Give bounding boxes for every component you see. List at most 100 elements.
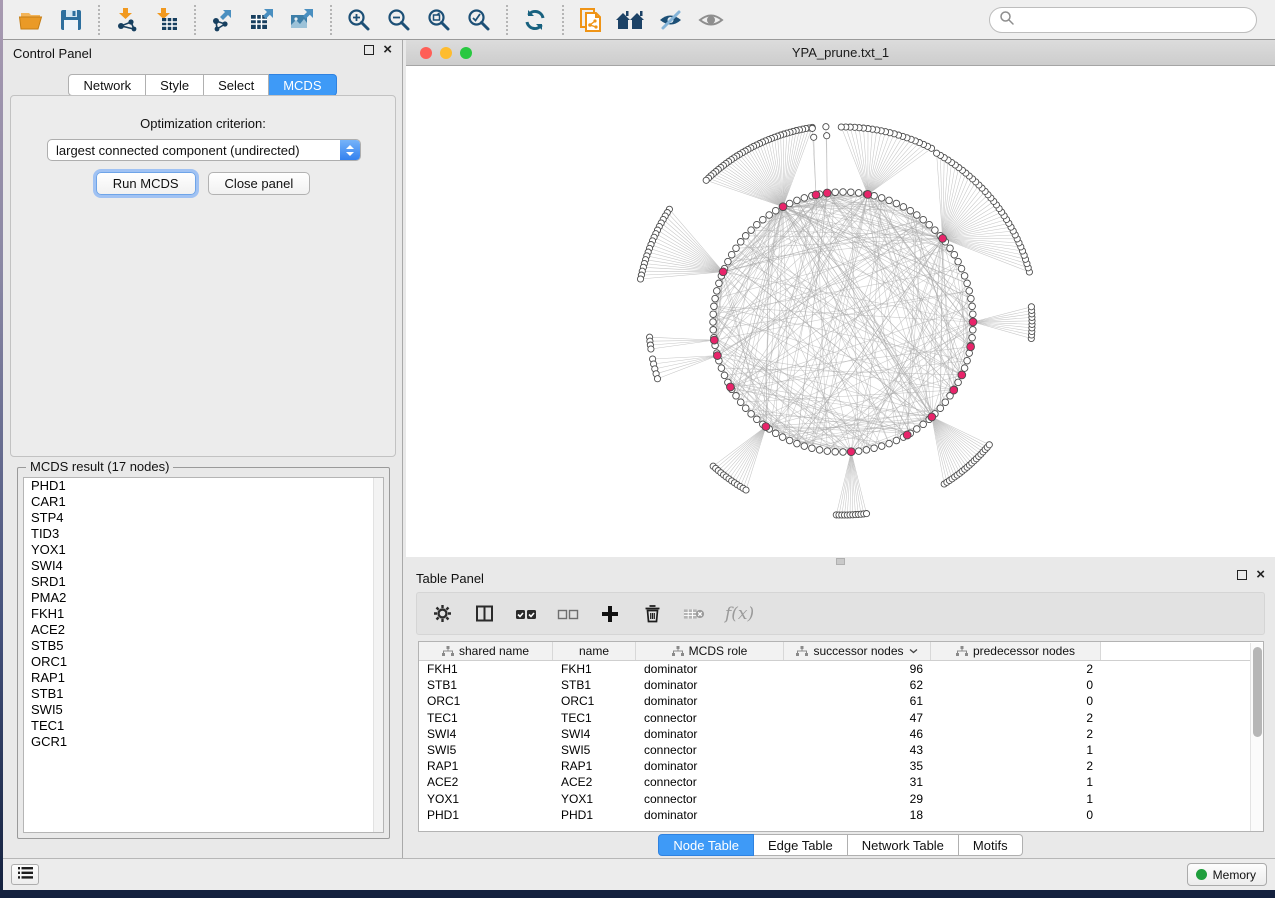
zoom-out-icon[interactable]: [382, 4, 416, 36]
graph-node[interactable]: [794, 197, 801, 204]
table-row[interactable]: STB1STB1dominator620: [419, 677, 1263, 693]
table-row[interactable]: ACE2ACE2connector311: [419, 774, 1263, 790]
graph-leaf-node[interactable]: [838, 124, 844, 130]
graph-node[interactable]: [794, 440, 801, 447]
mcds-result-item[interactable]: STB5: [24, 638, 383, 654]
graph-node[interactable]: [942, 399, 949, 406]
graph-dominator-node[interactable]: [727, 383, 735, 391]
zoom-in-icon[interactable]: [342, 4, 376, 36]
graph-node[interactable]: [966, 288, 973, 295]
graph-node[interactable]: [914, 426, 921, 433]
table-row[interactable]: SWI5SWI5connector431: [419, 742, 1263, 758]
graph-leaf-node[interactable]: [824, 133, 830, 139]
run-mcds-button[interactable]: Run MCDS: [96, 172, 196, 195]
graph-dominator-node[interactable]: [928, 413, 936, 421]
graph-node[interactable]: [926, 221, 933, 228]
mcds-result-item[interactable]: SWI4: [24, 558, 383, 574]
graph-node[interactable]: [855, 448, 862, 455]
graph-node[interactable]: [742, 233, 749, 240]
close-panel-icon[interactable]: ×: [1256, 570, 1265, 580]
tab-mcds[interactable]: MCDS: [269, 74, 336, 96]
refresh-icon[interactable]: [518, 4, 552, 36]
graph-node[interactable]: [947, 245, 954, 252]
graph-node[interactable]: [733, 245, 740, 252]
table-tab-edge-table[interactable]: Edge Table: [754, 834, 848, 856]
graph-node[interactable]: [737, 239, 744, 246]
mcds-result-item[interactable]: SWI5: [24, 702, 383, 718]
clone-network-icon[interactable]: [574, 4, 608, 36]
mcds-result-item[interactable]: CAR1: [24, 494, 383, 510]
table-row[interactable]: FKH1FKH1dominator962: [419, 661, 1263, 677]
mcds-result-item[interactable]: FKH1: [24, 606, 383, 622]
import-table-icon[interactable]: [150, 4, 184, 36]
export-network-icon[interactable]: [206, 4, 240, 36]
mcds-result-item[interactable]: SRD1: [24, 574, 383, 590]
table-scrollbar-thumb[interactable]: [1253, 647, 1262, 737]
table-tab-network-table[interactable]: Network Table: [848, 834, 959, 856]
graph-node[interactable]: [951, 251, 958, 258]
float-panel-icon[interactable]: [1237, 570, 1247, 580]
graph-node[interactable]: [716, 280, 723, 287]
mcds-result-item[interactable]: STP4: [24, 510, 383, 526]
graph-node[interactable]: [754, 221, 761, 228]
horizontal-splitter[interactable]: [406, 557, 1275, 565]
graph-node[interactable]: [710, 319, 717, 326]
mcds-result-item[interactable]: TEC1: [24, 718, 383, 734]
graph-node[interactable]: [914, 212, 921, 219]
mcds-result-item[interactable]: ORC1: [24, 654, 383, 670]
graph-node[interactable]: [832, 449, 839, 456]
table-scrollbar[interactable]: [1250, 643, 1263, 831]
tab-style[interactable]: Style: [146, 74, 204, 96]
graph-node[interactable]: [840, 449, 847, 456]
table-tab-node-table[interactable]: Node Table: [658, 834, 754, 856]
table-tab-motifs[interactable]: Motifs: [959, 834, 1023, 856]
graph-leaf-node[interactable]: [648, 346, 654, 352]
graph-dominator-node[interactable]: [779, 203, 787, 211]
graph-dominator-node[interactable]: [939, 235, 947, 243]
graph-node[interactable]: [714, 288, 721, 295]
graph-node[interactable]: [809, 445, 816, 452]
graph-node[interactable]: [969, 334, 976, 341]
window-maximize-icon[interactable]: [460, 47, 472, 59]
mcds-result-item[interactable]: STB1: [24, 686, 383, 702]
window-minimize-icon[interactable]: [440, 47, 452, 59]
graph-node[interactable]: [772, 207, 779, 214]
graph-node[interactable]: [886, 197, 893, 204]
open-file-icon[interactable]: [14, 4, 48, 36]
table-row[interactable]: PHD1PHD1dominator180: [419, 807, 1263, 823]
column-header-shared-name[interactable]: shared name: [419, 642, 553, 660]
column-header-predecessor-nodes[interactable]: predecessor nodes: [931, 642, 1101, 660]
graph-node[interactable]: [816, 447, 823, 454]
graph-dominator-node[interactable]: [714, 352, 722, 360]
table-row[interactable]: RAP1RAP1dominator352: [419, 758, 1263, 774]
graph-dominator-node[interactable]: [762, 423, 770, 431]
graph-node[interactable]: [728, 251, 735, 258]
first-neighbors-icon[interactable]: [614, 4, 648, 36]
mcds-result-item[interactable]: ACE2: [24, 622, 383, 638]
graph-node[interactable]: [824, 448, 831, 455]
graph-node[interactable]: [712, 295, 719, 302]
graph-node[interactable]: [964, 357, 971, 364]
graph-node[interactable]: [970, 311, 977, 318]
function-builder-icon[interactable]: f(x): [725, 603, 754, 625]
graph-node[interactable]: [958, 265, 965, 272]
graph-dominator-node[interactable]: [710, 336, 718, 344]
graph-leaf-node[interactable]: [654, 376, 660, 382]
graph-node[interactable]: [955, 258, 962, 265]
graph-node[interactable]: [907, 207, 914, 214]
graph-dominator-node[interactable]: [903, 431, 911, 439]
graph-node[interactable]: [871, 445, 878, 452]
graph-dominator-node[interactable]: [950, 386, 958, 394]
graph-node[interactable]: [786, 200, 793, 207]
graph-dominator-node[interactable]: [812, 191, 820, 199]
graph-node[interactable]: [721, 372, 728, 379]
graph-node[interactable]: [863, 447, 870, 454]
table-row[interactable]: YOX1YOX1connector291: [419, 791, 1263, 807]
graph-node[interactable]: [754, 416, 761, 423]
search-input[interactable]: [1015, 10, 1256, 30]
window-close-icon[interactable]: [420, 47, 432, 59]
graph-leaf-node[interactable]: [934, 150, 940, 156]
graph-leaf-node[interactable]: [811, 134, 817, 140]
split-view-icon[interactable]: [473, 603, 495, 625]
graph-node[interactable]: [760, 216, 767, 223]
